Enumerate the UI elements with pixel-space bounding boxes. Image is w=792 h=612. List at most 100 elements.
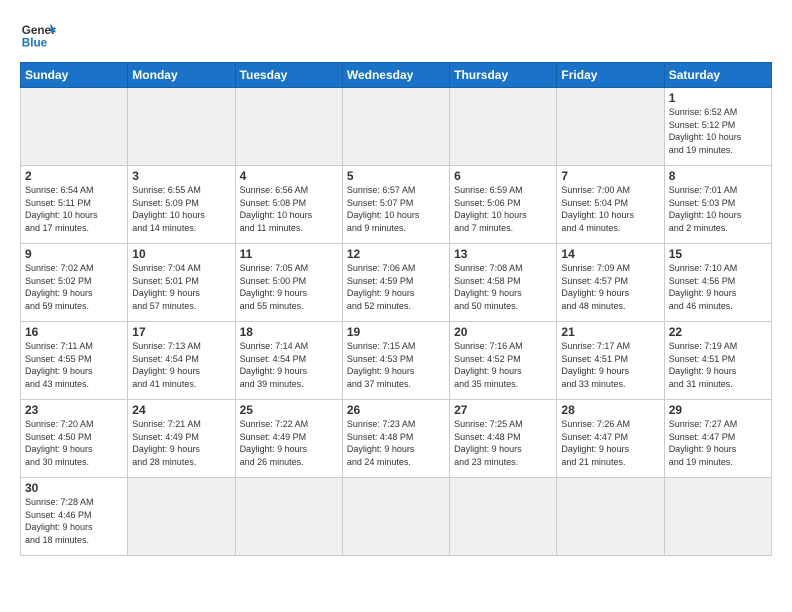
day-number: 5 xyxy=(347,169,445,183)
week-row-4: 16Sunrise: 7:11 AM Sunset: 4:55 PM Dayli… xyxy=(21,322,772,400)
day-info: Sunrise: 7:08 AM Sunset: 4:58 PM Dayligh… xyxy=(454,262,552,312)
calendar-cell: 3Sunrise: 6:55 AM Sunset: 5:09 PM Daylig… xyxy=(128,166,235,244)
day-info: Sunrise: 6:57 AM Sunset: 5:07 PM Dayligh… xyxy=(347,184,445,234)
day-info: Sunrise: 7:13 AM Sunset: 4:54 PM Dayligh… xyxy=(132,340,230,390)
calendar-cell xyxy=(21,88,128,166)
week-row-2: 2Sunrise: 6:54 AM Sunset: 5:11 PM Daylig… xyxy=(21,166,772,244)
day-number: 17 xyxy=(132,325,230,339)
weekday-header-thursday: Thursday xyxy=(450,63,557,88)
day-info: Sunrise: 6:55 AM Sunset: 5:09 PM Dayligh… xyxy=(132,184,230,234)
calendar-cell: 9Sunrise: 7:02 AM Sunset: 5:02 PM Daylig… xyxy=(21,244,128,322)
calendar-cell: 19Sunrise: 7:15 AM Sunset: 4:53 PM Dayli… xyxy=(342,322,449,400)
day-info: Sunrise: 7:05 AM Sunset: 5:00 PM Dayligh… xyxy=(240,262,338,312)
day-info: Sunrise: 7:15 AM Sunset: 4:53 PM Dayligh… xyxy=(347,340,445,390)
generalblue-logo-icon: General Blue xyxy=(20,16,56,52)
day-number: 26 xyxy=(347,403,445,417)
calendar-cell xyxy=(235,88,342,166)
calendar-cell: 1Sunrise: 6:52 AM Sunset: 5:12 PM Daylig… xyxy=(664,88,771,166)
day-info: Sunrise: 7:19 AM Sunset: 4:51 PM Dayligh… xyxy=(669,340,767,390)
weekday-header-saturday: Saturday xyxy=(664,63,771,88)
day-number: 12 xyxy=(347,247,445,261)
day-number: 8 xyxy=(669,169,767,183)
calendar-cell: 30Sunrise: 7:28 AM Sunset: 4:46 PM Dayli… xyxy=(21,478,128,556)
day-number: 16 xyxy=(25,325,123,339)
day-info: Sunrise: 7:01 AM Sunset: 5:03 PM Dayligh… xyxy=(669,184,767,234)
day-number: 14 xyxy=(561,247,659,261)
day-number: 7 xyxy=(561,169,659,183)
day-number: 10 xyxy=(132,247,230,261)
calendar-cell: 12Sunrise: 7:06 AM Sunset: 4:59 PM Dayli… xyxy=(342,244,449,322)
calendar-cell xyxy=(450,478,557,556)
day-number: 1 xyxy=(669,91,767,105)
calendar-cell: 14Sunrise: 7:09 AM Sunset: 4:57 PM Dayli… xyxy=(557,244,664,322)
calendar-cell xyxy=(557,88,664,166)
day-info: Sunrise: 7:17 AM Sunset: 4:51 PM Dayligh… xyxy=(561,340,659,390)
weekday-header-row: SundayMondayTuesdayWednesdayThursdayFrid… xyxy=(21,63,772,88)
day-number: 6 xyxy=(454,169,552,183)
weekday-header-friday: Friday xyxy=(557,63,664,88)
day-info: Sunrise: 7:26 AM Sunset: 4:47 PM Dayligh… xyxy=(561,418,659,468)
calendar-table: SundayMondayTuesdayWednesdayThursdayFrid… xyxy=(20,62,772,556)
logo: General Blue xyxy=(20,16,56,52)
calendar-cell: 6Sunrise: 6:59 AM Sunset: 5:06 PM Daylig… xyxy=(450,166,557,244)
day-info: Sunrise: 7:28 AM Sunset: 4:46 PM Dayligh… xyxy=(25,496,123,546)
weekday-header-sunday: Sunday xyxy=(21,63,128,88)
calendar-cell: 22Sunrise: 7:19 AM Sunset: 4:51 PM Dayli… xyxy=(664,322,771,400)
day-info: Sunrise: 6:59 AM Sunset: 5:06 PM Dayligh… xyxy=(454,184,552,234)
day-info: Sunrise: 7:22 AM Sunset: 4:49 PM Dayligh… xyxy=(240,418,338,468)
day-info: Sunrise: 6:56 AM Sunset: 5:08 PM Dayligh… xyxy=(240,184,338,234)
day-info: Sunrise: 7:00 AM Sunset: 5:04 PM Dayligh… xyxy=(561,184,659,234)
calendar-cell xyxy=(664,478,771,556)
day-number: 19 xyxy=(347,325,445,339)
day-info: Sunrise: 7:21 AM Sunset: 4:49 PM Dayligh… xyxy=(132,418,230,468)
calendar-cell: 17Sunrise: 7:13 AM Sunset: 4:54 PM Dayli… xyxy=(128,322,235,400)
calendar-cell xyxy=(235,478,342,556)
day-info: Sunrise: 7:23 AM Sunset: 4:48 PM Dayligh… xyxy=(347,418,445,468)
calendar-cell xyxy=(128,88,235,166)
day-number: 25 xyxy=(240,403,338,417)
calendar-cell: 18Sunrise: 7:14 AM Sunset: 4:54 PM Dayli… xyxy=(235,322,342,400)
calendar-cell: 20Sunrise: 7:16 AM Sunset: 4:52 PM Dayli… xyxy=(450,322,557,400)
calendar-cell: 4Sunrise: 6:56 AM Sunset: 5:08 PM Daylig… xyxy=(235,166,342,244)
day-info: Sunrise: 7:02 AM Sunset: 5:02 PM Dayligh… xyxy=(25,262,123,312)
svg-text:Blue: Blue xyxy=(22,37,48,50)
day-info: Sunrise: 6:54 AM Sunset: 5:11 PM Dayligh… xyxy=(25,184,123,234)
calendar-cell: 27Sunrise: 7:25 AM Sunset: 4:48 PM Dayli… xyxy=(450,400,557,478)
calendar-cell: 10Sunrise: 7:04 AM Sunset: 5:01 PM Dayli… xyxy=(128,244,235,322)
day-info: Sunrise: 7:10 AM Sunset: 4:56 PM Dayligh… xyxy=(669,262,767,312)
day-info: Sunrise: 7:06 AM Sunset: 4:59 PM Dayligh… xyxy=(347,262,445,312)
calendar-cell: 13Sunrise: 7:08 AM Sunset: 4:58 PM Dayli… xyxy=(450,244,557,322)
calendar-cell: 26Sunrise: 7:23 AM Sunset: 4:48 PM Dayli… xyxy=(342,400,449,478)
day-number: 21 xyxy=(561,325,659,339)
calendar-cell xyxy=(557,478,664,556)
day-number: 9 xyxy=(25,247,123,261)
day-number: 23 xyxy=(25,403,123,417)
header: General Blue xyxy=(20,16,772,52)
day-number: 30 xyxy=(25,481,123,495)
calendar-cell: 16Sunrise: 7:11 AM Sunset: 4:55 PM Dayli… xyxy=(21,322,128,400)
day-number: 29 xyxy=(669,403,767,417)
calendar-cell: 25Sunrise: 7:22 AM Sunset: 4:49 PM Dayli… xyxy=(235,400,342,478)
day-number: 11 xyxy=(240,247,338,261)
day-info: Sunrise: 7:25 AM Sunset: 4:48 PM Dayligh… xyxy=(454,418,552,468)
calendar-cell: 23Sunrise: 7:20 AM Sunset: 4:50 PM Dayli… xyxy=(21,400,128,478)
weekday-header-wednesday: Wednesday xyxy=(342,63,449,88)
calendar-cell xyxy=(342,478,449,556)
weekday-header-tuesday: Tuesday xyxy=(235,63,342,88)
calendar-cell xyxy=(450,88,557,166)
weekday-header-monday: Monday xyxy=(128,63,235,88)
day-number: 13 xyxy=(454,247,552,261)
day-info: Sunrise: 7:14 AM Sunset: 4:54 PM Dayligh… xyxy=(240,340,338,390)
calendar-cell: 21Sunrise: 7:17 AM Sunset: 4:51 PM Dayli… xyxy=(557,322,664,400)
day-info: Sunrise: 7:27 AM Sunset: 4:47 PM Dayligh… xyxy=(669,418,767,468)
week-row-3: 9Sunrise: 7:02 AM Sunset: 5:02 PM Daylig… xyxy=(21,244,772,322)
day-number: 27 xyxy=(454,403,552,417)
day-info: Sunrise: 7:16 AM Sunset: 4:52 PM Dayligh… xyxy=(454,340,552,390)
week-row-1: 1Sunrise: 6:52 AM Sunset: 5:12 PM Daylig… xyxy=(21,88,772,166)
calendar-cell xyxy=(342,88,449,166)
day-number: 18 xyxy=(240,325,338,339)
day-info: Sunrise: 7:20 AM Sunset: 4:50 PM Dayligh… xyxy=(25,418,123,468)
calendar-cell: 8Sunrise: 7:01 AM Sunset: 5:03 PM Daylig… xyxy=(664,166,771,244)
day-number: 2 xyxy=(25,169,123,183)
day-number: 3 xyxy=(132,169,230,183)
